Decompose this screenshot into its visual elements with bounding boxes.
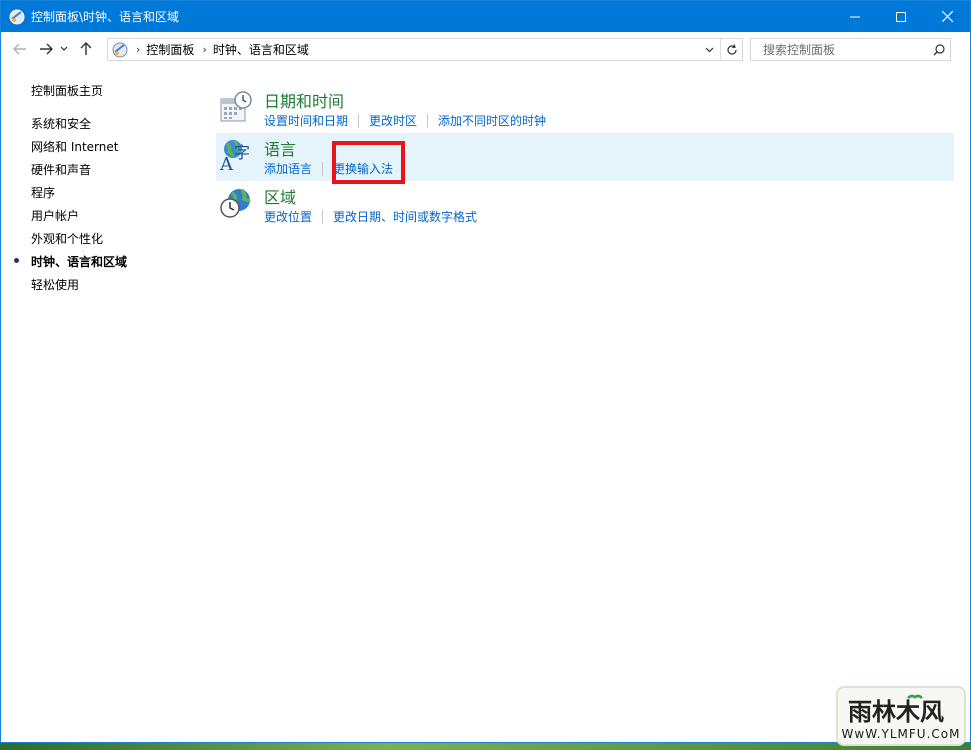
minimize-button[interactable] xyxy=(832,1,878,32)
search-icon xyxy=(933,43,945,55)
control-panel-window: 控制面板\时钟、语言和区域 › 控制面板 › 时钟、语言和区域 搜索控制面板 控… xyxy=(0,0,971,743)
minimize-icon xyxy=(850,16,860,17)
address-bar[interactable]: › 控制面板 › 时钟、语言和区域 xyxy=(107,38,743,61)
svg-text:A: A xyxy=(219,154,234,172)
link-change-location[interactable]: 更改位置 xyxy=(264,208,312,225)
link-set-time-date[interactable]: 设置时间和日期 xyxy=(264,112,348,129)
category-language: A 字 语言 添加语言 更换输入法 xyxy=(216,133,954,181)
link-separator xyxy=(358,113,360,128)
chevron-right-icon[interactable]: › xyxy=(136,43,140,56)
chevron-down-icon xyxy=(60,46,68,51)
close-icon xyxy=(941,11,953,22)
search-button[interactable] xyxy=(928,43,950,56)
link-separator xyxy=(322,161,324,176)
link-add-language[interactable]: 添加语言 xyxy=(264,160,312,177)
arrow-right-icon xyxy=(40,43,53,55)
link-separator xyxy=(427,113,429,128)
refresh-icon xyxy=(726,43,737,55)
search-box[interactable]: 搜索控制面板 xyxy=(750,38,951,61)
sidebar-item-hardware-sound[interactable]: 硬件和声音 xyxy=(31,161,91,178)
current-item-bullet xyxy=(14,258,19,263)
title-bar[interactable]: 控制面板\时钟、语言和区域 xyxy=(1,1,970,32)
sidebar-item-home[interactable]: 控制面板主页 xyxy=(31,82,103,99)
category-title-region[interactable]: 区域 xyxy=(264,184,296,208)
sidebar-item-ease-of-access[interactable]: 轻松使用 xyxy=(31,276,79,293)
forward-button[interactable] xyxy=(35,37,57,61)
control-panel-icon xyxy=(112,42,128,57)
svg-text:雨林木风: 雨林木风 xyxy=(848,698,944,726)
arrow-left-icon xyxy=(13,43,26,55)
language-globe-icon[interactable]: A 字 xyxy=(219,138,253,172)
sidebar-item-clock-language-region[interactable]: 时钟、语言和区域 xyxy=(31,253,127,270)
sidebar-item-system-security[interactable]: 系统和安全 xyxy=(31,115,91,132)
link-change-time-zone[interactable]: 更改时区 xyxy=(369,112,417,129)
breadcrumb-control-panel[interactable]: 控制面板 xyxy=(146,41,194,58)
link-separator xyxy=(322,209,324,224)
address-dropdown-button[interactable] xyxy=(698,39,720,60)
close-button[interactable] xyxy=(924,1,970,32)
arrow-up-icon xyxy=(80,42,92,55)
sidebar-item-appearance[interactable]: 外观和个性化 xyxy=(31,230,103,247)
link-change-date-time-number-formats[interactable]: 更改日期、时间或数字格式 xyxy=(333,208,477,225)
back-button[interactable] xyxy=(9,37,31,61)
watermark: 雨林木风 WwW.YLMFU.CoM xyxy=(836,686,966,746)
category-title-language[interactable]: 语言 xyxy=(264,136,296,160)
watermark-url: WwW.YLMFU.CoM xyxy=(841,727,961,741)
chevron-right-icon[interactable]: › xyxy=(202,43,206,56)
category-region: 区域 更改位置 更改日期、时间或数字格式 xyxy=(216,181,954,229)
refresh-button[interactable] xyxy=(720,39,742,60)
ylmf-logo-icon: 雨林木风 xyxy=(848,694,944,726)
breadcrumb-clock-language-region[interactable]: 时钟、语言和区域 xyxy=(213,41,309,58)
link-add-clocks[interactable]: 添加不同时区的时钟 xyxy=(438,112,546,129)
svg-text:字: 字 xyxy=(234,143,250,162)
chevron-down-icon xyxy=(705,47,713,52)
recent-locations-button[interactable] xyxy=(57,37,71,61)
region-globe-clock-icon[interactable] xyxy=(219,186,253,220)
maximize-icon xyxy=(896,11,906,22)
annotation-highlight-box xyxy=(332,141,405,184)
control-panel-icon xyxy=(9,9,25,24)
category-date-time: 日期和时间 设置时间和日期 更改时区 添加不同时区的时钟 xyxy=(216,85,954,133)
up-button[interactable] xyxy=(75,37,97,61)
maximize-button[interactable] xyxy=(878,1,924,32)
sidebar-item-user-accounts[interactable]: 用户帐户 xyxy=(31,207,79,224)
sidebar-item-network-internet[interactable]: 网络和 Internet xyxy=(31,138,118,155)
search-input[interactable]: 搜索控制面板 xyxy=(763,41,928,58)
window-title: 控制面板\时钟、语言和区域 xyxy=(31,10,180,24)
calendar-clock-icon[interactable] xyxy=(219,90,253,124)
category-title-date-time[interactable]: 日期和时间 xyxy=(264,88,344,112)
navigation-bar: › 控制面板 › 时钟、语言和区域 搜索控制面板 xyxy=(1,32,970,66)
sidebar-item-programs[interactable]: 程序 xyxy=(31,184,55,201)
